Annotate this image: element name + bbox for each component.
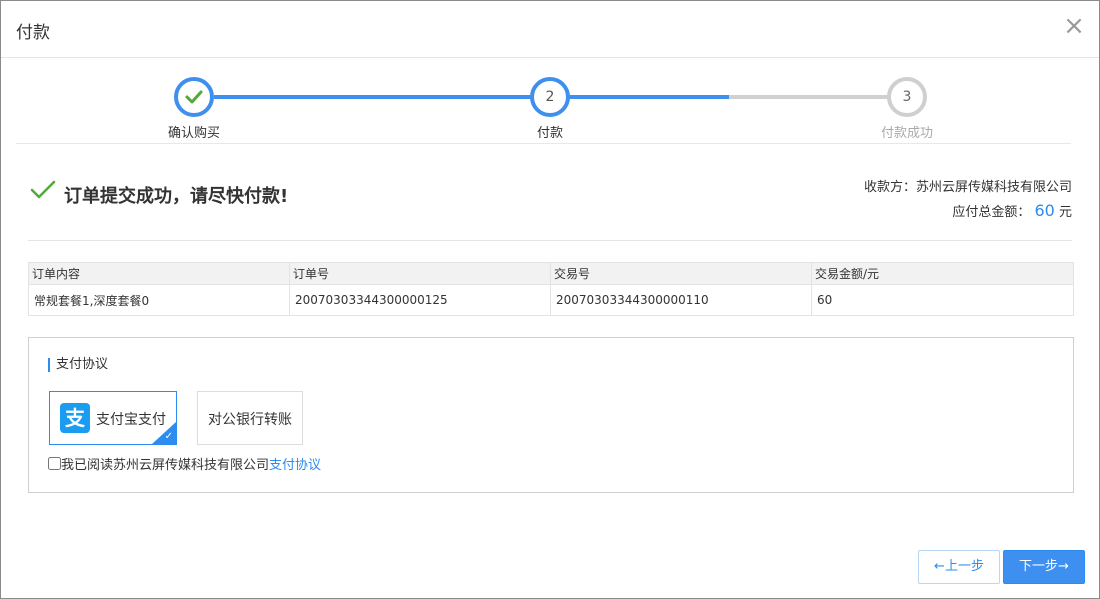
- step-2-label: 付款: [536, 126, 563, 141]
- agree-checkbox[interactable]: [48, 457, 61, 470]
- table-header-row: 订单内容 订单号 交易号 交易金额/元: [28, 262, 1074, 285]
- header-amount: 交易金额/元: [811, 262, 1074, 285]
- step-line-pending: [729, 95, 889, 99]
- cell-order-content: 常规套餐1,深度套餐0: [28, 284, 290, 316]
- order-table: 订单内容 订单号 交易号 交易金额/元 常规套餐1,深度套餐0 20070303…: [28, 262, 1074, 316]
- agreement-row: 我已阅读苏州云屏传媒科技有限公司 支付协议: [48, 454, 321, 473]
- payment-method-panel: 支付协议 支 支付宝支付 ✓ 对公银行转账 我已阅读苏州云屏传媒科技有限公司 支付…: [28, 337, 1074, 493]
- success-check-icon: [30, 180, 56, 199]
- step-line-current: [569, 95, 729, 99]
- table-row: 常规套餐1,深度套餐0 20070303344300000125 2007030…: [28, 284, 1074, 316]
- agreement-link[interactable]: 支付协议: [269, 454, 321, 473]
- total-unit: 元: [1058, 205, 1072, 220]
- step-3-number: 3: [902, 89, 912, 105]
- header-transaction-number: 交易号: [550, 262, 812, 285]
- payee-label: 收款方：: [863, 180, 916, 195]
- total-amount: 60: [1034, 201, 1055, 220]
- header-order-number: 订单号: [289, 262, 551, 285]
- selected-check-icon: ✓: [164, 431, 173, 442]
- close-button[interactable]: ×: [1063, 13, 1085, 39]
- step-1-circle: [174, 77, 214, 117]
- dialog-header: 付款 ×: [1, 1, 1099, 58]
- cell-order-number: 20070303344300000125: [289, 284, 551, 316]
- close-icon: ×: [1063, 11, 1085, 41]
- total-label: 应付总金额：: [952, 205, 1031, 220]
- dialog-title: 付款: [16, 23, 50, 43]
- success-message: 订单提交成功，请尽快付款!: [64, 186, 289, 207]
- bank-transfer-option[interactable]: 对公银行转账: [197, 391, 303, 445]
- cell-amount: 60: [811, 284, 1074, 316]
- step-1-label: 确认购买: [167, 126, 220, 141]
- alipay-option[interactable]: 支 支付宝支付 ✓: [49, 391, 177, 445]
- payment-dialog: 付款 × 确认购买 2 付款 3 付款成功 订单提交成功，请尽快付款! 收款方：…: [0, 0, 1100, 599]
- order-status-row: 订单提交成功，请尽快付款! 收款方：苏州云屏传媒科技有限公司 应付总金额： 60…: [28, 144, 1072, 241]
- prev-step-button[interactable]: ←上一步: [918, 550, 1000, 584]
- bank-transfer-label: 对公银行转账: [208, 412, 292, 428]
- alipay-icon: 支: [60, 403, 90, 433]
- step-2-circle: 2: [530, 77, 570, 117]
- section-title: 支付协议: [48, 358, 108, 372]
- step-3-circle: 3: [887, 77, 927, 117]
- cell-transaction-number: 20070303344300000110: [550, 284, 812, 316]
- check-icon: [185, 90, 203, 104]
- payee-info: 收款方：苏州云屏传媒科技有限公司 应付总金额： 60 元: [864, 176, 1072, 224]
- progress-steps: 确认购买 2 付款 3 付款成功: [16, 58, 1071, 144]
- header-order-content: 订单内容: [28, 262, 290, 285]
- payee-line: 收款方：苏州云屏传媒科技有限公司: [864, 176, 1072, 199]
- next-step-button[interactable]: 下一步→: [1003, 550, 1085, 584]
- step-line-done: [214, 95, 549, 99]
- step-2-number: 2: [545, 89, 555, 105]
- agree-text: 我已阅读苏州云屏传媒科技有限公司: [61, 458, 270, 473]
- total-line: 应付总金额： 60 元: [864, 199, 1072, 224]
- step-3-label: 付款成功: [880, 126, 933, 141]
- payee-name: 苏州云屏传媒科技有限公司: [915, 180, 1072, 195]
